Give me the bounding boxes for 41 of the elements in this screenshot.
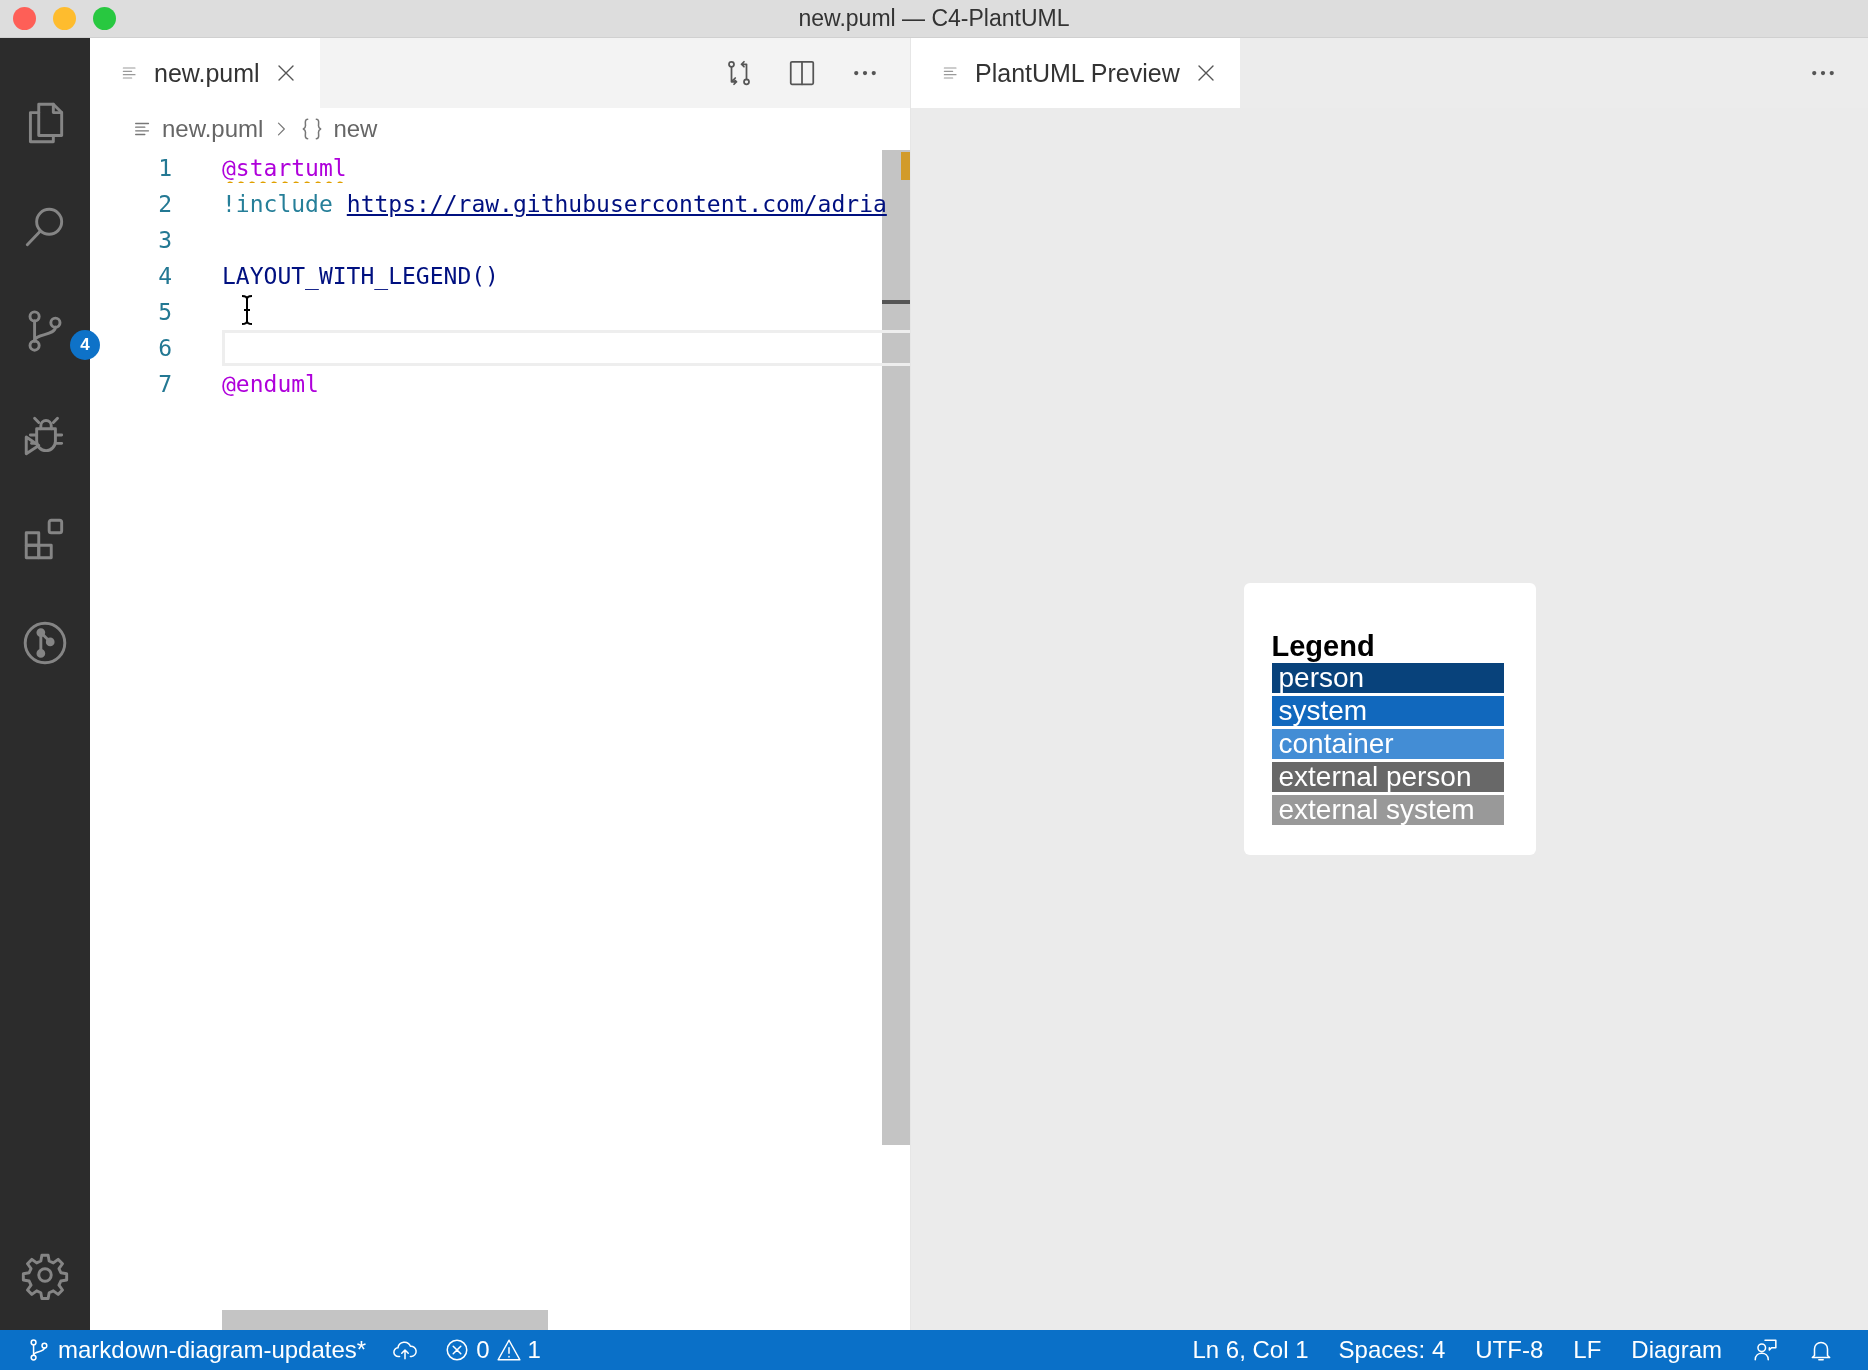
warnings-status[interactable]: 1	[495, 1336, 541, 1364]
feedback-icon[interactable]	[1752, 1337, 1778, 1363]
status-item[interactable]: Ln 6, Col 1	[1192, 1336, 1309, 1364]
warning-marker	[901, 152, 910, 180]
legend-title: Legend	[1271, 631, 1376, 663]
legend-entry: system	[1271, 695, 1504, 726]
breadcrumb-item[interactable]: new.puml	[162, 115, 264, 143]
code-line: @startuml	[222, 155, 347, 181]
cursor-marker	[882, 300, 910, 304]
count-badge: 4	[70, 330, 100, 360]
line-number: 6	[157, 335, 172, 361]
code-line: @enduml	[222, 371, 319, 397]
code-line: !include https://raw.githubusercontent.com/adria	[222, 191, 887, 217]
status-item[interactable]: Spaces: 4	[1338, 1336, 1446, 1364]
code-line: LAYOUT_WITH_LEGEND()	[222, 263, 499, 289]
legend-entry: external person	[1271, 761, 1504, 792]
tab-label: new.puml	[154, 58, 260, 88]
line-number: 1	[157, 155, 172, 181]
text-cursor-icon	[240, 295, 254, 325]
status-item[interactable]: LF	[1573, 1336, 1602, 1364]
legend-entry: container	[1271, 728, 1504, 759]
window-title: new.puml — C4-PlantUML	[798, 5, 1070, 32]
close-window-button[interactable]	[13, 7, 36, 30]
editor-tab[interactable]: PlantUML Preview	[911, 38, 1240, 108]
line-number: 5	[157, 299, 172, 325]
line-number: 3	[157, 227, 172, 253]
split-editor-icon[interactable]	[787, 58, 817, 88]
errors-status[interactable]: 0	[444, 1336, 490, 1364]
breadcrumb-item[interactable]: new	[333, 115, 378, 143]
warning-icon	[495, 1337, 522, 1363]
line-number: 4	[157, 263, 172, 289]
status-item[interactable]: Diagram	[1631, 1336, 1722, 1364]
tab-label: PlantUML Preview	[975, 58, 1180, 88]
legend-entry: external system	[1271, 794, 1504, 825]
line-number: 7	[157, 371, 172, 397]
horizontal-scrollbar[interactable]	[222, 1310, 548, 1330]
branch-status[interactable]: markdown-diagram-updates*	[26, 1336, 367, 1364]
legend-entry: person	[1271, 662, 1504, 693]
editor-tab[interactable]: new.puml	[90, 38, 320, 108]
status-item[interactable]: UTF-8	[1475, 1336, 1544, 1364]
line-number: 2	[157, 191, 172, 217]
